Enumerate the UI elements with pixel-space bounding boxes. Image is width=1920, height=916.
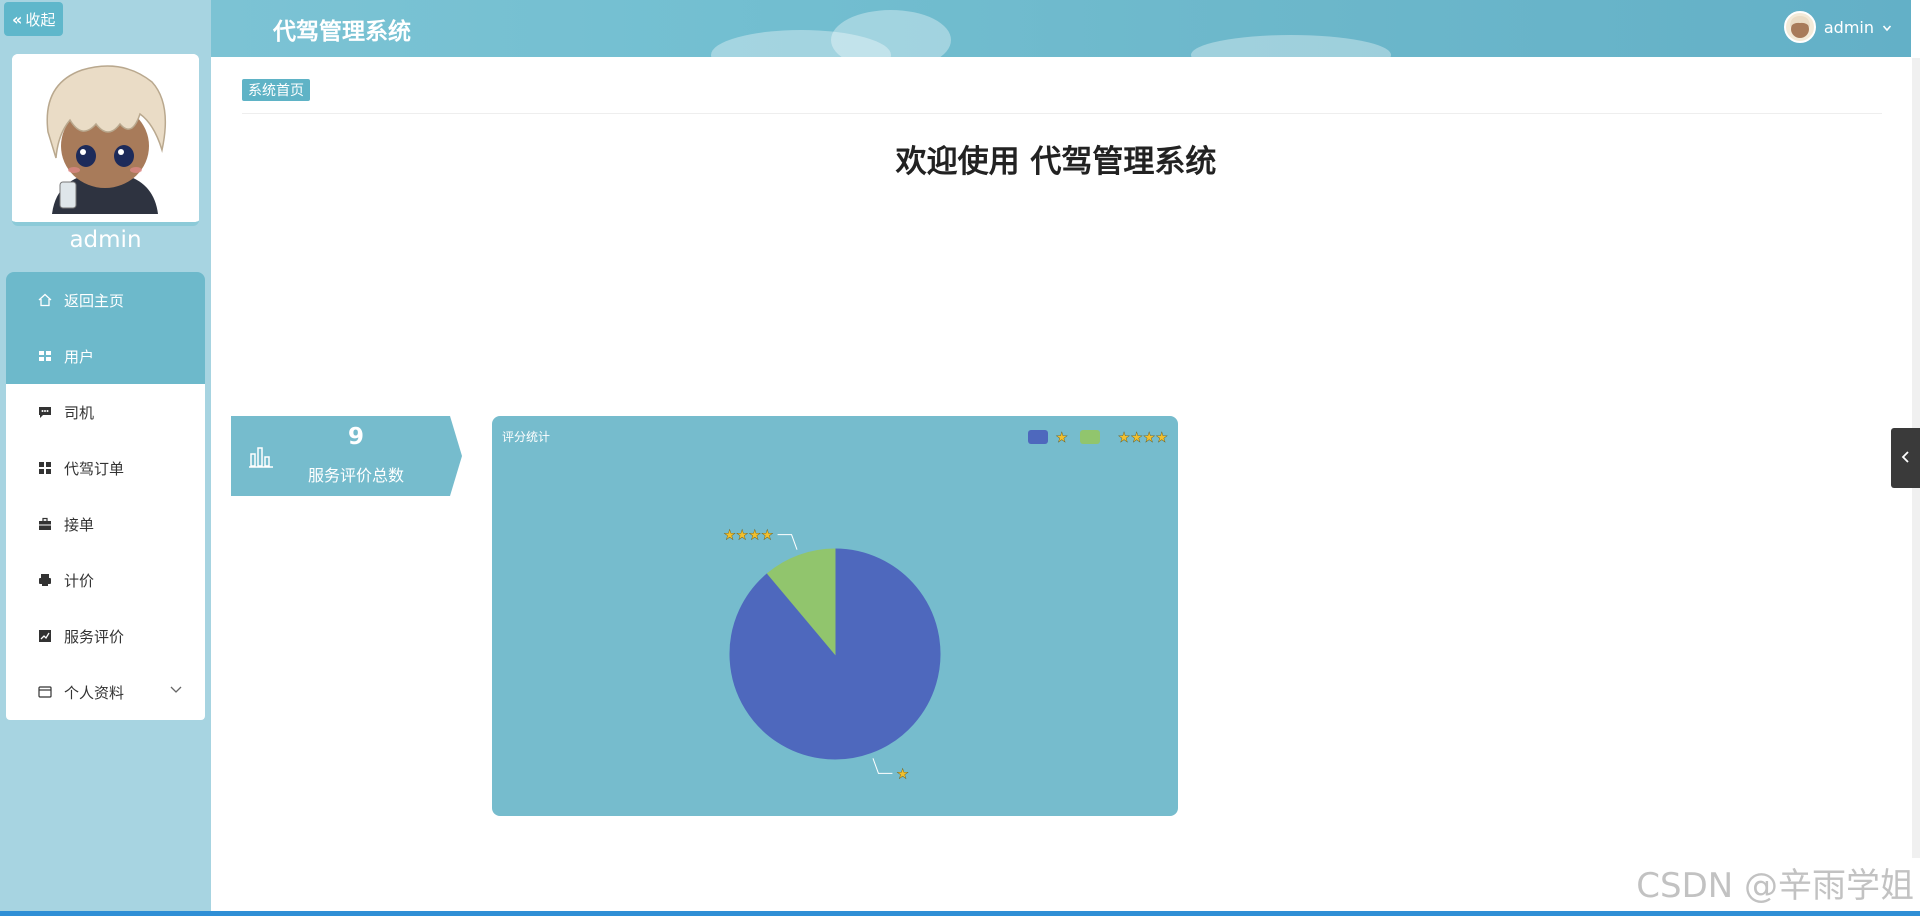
side-panel-toggle[interactable]	[1891, 428, 1920, 488]
page-title: 欢迎使用 代驾管理系统	[895, 144, 1217, 180]
user-menu[interactable]: admin	[1783, 11, 1892, 43]
header-cloud-decoration	[831, 10, 951, 57]
sidebar-item-users[interactable]: 用户	[6, 328, 205, 384]
home-icon	[38, 293, 60, 307]
pie-label: ★	[896, 766, 909, 782]
pie-label-line	[872, 758, 893, 774]
avatar-illustration	[12, 54, 199, 222]
sidebar-item-label: 用户	[64, 347, 95, 366]
header-cloud-decoration	[1191, 35, 1391, 57]
app-title: 代驾管理系统	[273, 19, 411, 45]
chart-icon	[38, 629, 60, 643]
sidebar-item-profile[interactable]: 个人资料	[6, 664, 205, 720]
sidebar-item-orders[interactable]: 代驾订单	[6, 440, 205, 496]
collapse-label: 收起	[25, 10, 56, 29]
sidebar-item-label: 接单	[64, 515, 95, 534]
pie-chart: ★★★★★★★★★★	[723, 430, 1168, 783]
sidebar-username: admin	[69, 227, 142, 253]
legend-swatch[interactable]	[1028, 430, 1048, 444]
legend-label: ★	[1055, 430, 1068, 446]
sidebar-item-label: 个人资料	[64, 683, 125, 702]
bar-chart-icon	[249, 444, 273, 472]
printer-icon	[38, 573, 60, 587]
sidebar-item-reviews[interactable]: 服务评价	[6, 608, 205, 664]
stat-label: 服务评价总数	[307, 466, 404, 485]
pie-label-line	[777, 534, 798, 550]
sidebar-item-label: 计价	[64, 571, 95, 590]
grid-icon	[38, 461, 60, 475]
legend-label: ★★★★	[1118, 430, 1168, 446]
chevron-down-icon	[169, 682, 183, 700]
collapse-button[interactable]: « 收起	[4, 2, 64, 36]
stat-card: 9 服务评价总数	[231, 416, 462, 496]
sidebar-item-pricing[interactable]: 计价	[6, 552, 205, 608]
watermark: CSDN @辛雨学姐	[1636, 866, 1914, 906]
grid-icon	[38, 349, 60, 363]
breadcrumb[interactable]: 系统首页	[242, 79, 310, 101]
pie-label: ★★★★	[723, 528, 773, 544]
user-avatar	[1783, 11, 1816, 43]
chart-panel: 评分统计 ★ ★★★★ ★★★★ ★	[492, 416, 1178, 816]
user-name: admin	[1823, 17, 1874, 37]
sidebar-item-label: 代驾订单	[64, 459, 125, 478]
sidebar: « 收起 admin 返回主页 用户 司机 代驾订单 接单 计价 服务评价 个人…	[0, 0, 211, 916]
double-chevron-left-icon: «	[12, 9, 23, 29]
stat-value: 9	[347, 424, 364, 450]
chat-icon	[38, 405, 60, 419]
sidebar-item-label: 服务评价	[64, 627, 125, 646]
avatar	[12, 54, 199, 226]
bottom-bar	[0, 911, 1920, 916]
legend-swatch[interactable]	[1080, 430, 1100, 444]
sidebar-item-drivers[interactable]: 司机	[6, 384, 205, 440]
sidebar-menu: 返回主页 用户 司机 代驾订单 接单 计价 服务评价 个人资料	[6, 272, 205, 720]
sidebar-item-label: 司机	[64, 403, 95, 422]
briefcase-icon	[38, 517, 60, 531]
sidebar-item-accept[interactable]: 接单	[6, 496, 205, 552]
card-icon	[38, 685, 60, 699]
sidebar-item-home[interactable]: 返回主页	[6, 272, 205, 328]
header: 代驾管理系统 admin	[211, 0, 1911, 57]
chevron-left-icon	[1901, 449, 1911, 468]
chevron-down-icon	[1882, 18, 1892, 37]
sidebar-item-label: 返回主页	[64, 291, 125, 310]
divider	[242, 113, 1882, 114]
